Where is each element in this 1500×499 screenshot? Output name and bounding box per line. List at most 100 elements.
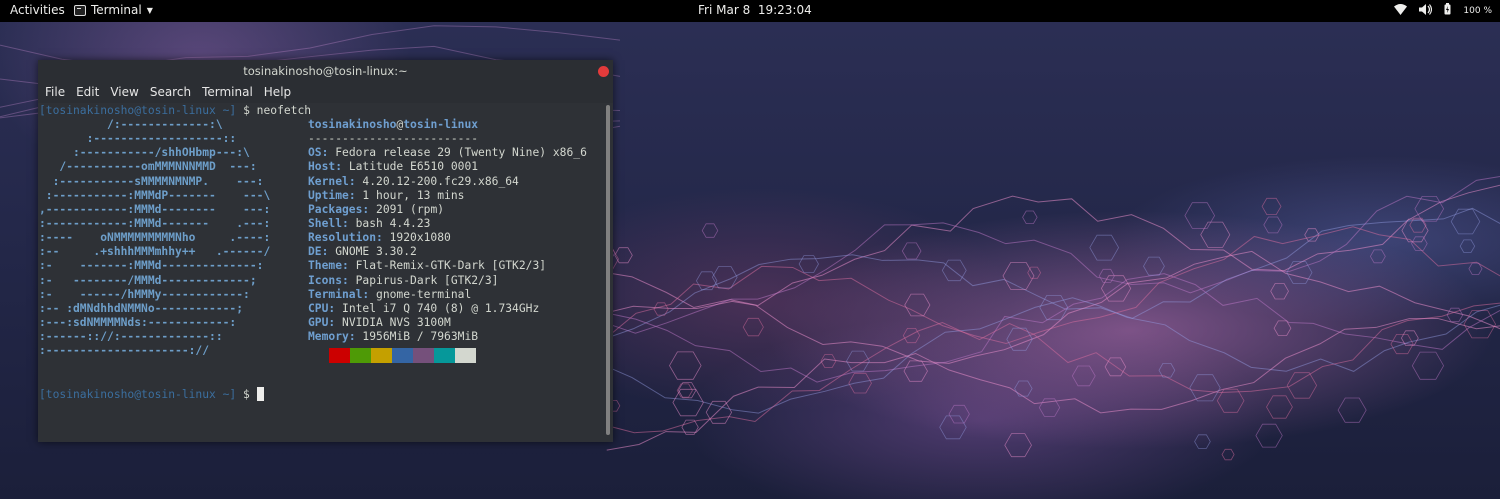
wallpaper-hex xyxy=(1200,221,1231,248)
info-line: Packages: 2091 (rpm) xyxy=(308,203,587,217)
ascii-logo-line: :-----------sMMMMNMNMP. ---: xyxy=(39,174,264,188)
info-value: 2091 (rpm) xyxy=(376,202,445,216)
app-menu-label: Terminal xyxy=(91,3,142,17)
info-line: OS: Fedora release 29 (Twenty Nine) x86_… xyxy=(308,146,587,160)
ascii-logo-line: :-- .+shhhMMMmhhy++ .------/ xyxy=(39,245,271,259)
ascii-logo-line: :-- :dMNdhhdNMMNo------------; xyxy=(39,301,244,315)
info-line: Host: Latitude E6510 0001 xyxy=(308,160,587,174)
info-value: bash 4.4.23 xyxy=(355,216,431,230)
wallpaper-hex xyxy=(1266,395,1293,419)
window-titlebar[interactable]: tosinakinosho@tosin-linux:~ xyxy=(38,60,613,81)
info-colon: : xyxy=(362,287,377,301)
menu-search[interactable]: Search xyxy=(150,85,191,99)
menu-help[interactable]: Help xyxy=(264,85,291,99)
hostname: tosin-linux xyxy=(403,118,479,131)
activities-button[interactable]: Activities xyxy=(10,3,65,17)
palette-swatch xyxy=(350,348,371,363)
prompt-suffix: $ xyxy=(236,388,257,401)
info-key: Memory xyxy=(308,330,349,344)
info-key: Theme xyxy=(308,259,343,273)
info-line: Shell: bash 4.4.23 xyxy=(308,217,587,231)
wallpaper-hex xyxy=(1158,362,1176,378)
wallpaper-hex xyxy=(1463,310,1497,339)
wallpaper-hex xyxy=(1270,283,1289,300)
wallpaper-hex xyxy=(1468,262,1483,275)
wallpaper-hex xyxy=(1004,433,1032,458)
palette-swatch xyxy=(329,348,350,363)
info-value: Intel i7 Q 740 (8) @ 1.734GHz xyxy=(342,301,540,315)
ascii-logo-line: :---- oNMMMMMMMMMNho .----: xyxy=(39,231,271,245)
wallpaper-hex xyxy=(1221,448,1235,461)
info-value: 1 hour, 13 mins xyxy=(362,188,465,202)
info-key: Kernel xyxy=(308,174,349,188)
terminal-output[interactable]: [tosinakinosho@tosin-linux ~] $ neofetch… xyxy=(38,103,604,442)
info-colon: : xyxy=(335,160,349,174)
terminal-icon xyxy=(74,4,86,16)
info-value: 1956MiB / 7963MiB xyxy=(362,330,479,344)
wallpaper-hex xyxy=(1089,234,1120,261)
menu-edit[interactable]: Edit xyxy=(76,85,99,99)
info-value: Latitude E6510 0001 xyxy=(348,160,479,174)
clock[interactable]: Fri Mar 8 19:23:04 xyxy=(698,3,812,17)
info-colon: : xyxy=(376,231,390,245)
menu-view[interactable]: View xyxy=(110,85,138,99)
info-value: Fedora release 29 (Twenty Nine) x86_6 xyxy=(335,146,587,160)
info-key: OS xyxy=(308,146,322,160)
info-line: Theme: Flat-Remix-GTK-Dark [GTK2/3] xyxy=(308,259,587,273)
info-value: 4.20.12-200.fc29.x86_64 xyxy=(362,174,519,188)
volume-icon xyxy=(1419,3,1433,18)
fedora-ascii-logo: /:-------------:\ :-------------------::… xyxy=(39,118,270,358)
ascii-logo-line: :-----------:MMMdP------- ---\ xyxy=(39,188,271,202)
info-value: gnome-terminal xyxy=(376,287,472,301)
app-menu[interactable]: Terminal ▼ xyxy=(74,3,153,17)
info-colon: : xyxy=(342,216,356,230)
wallpaper-hex xyxy=(672,388,704,417)
wallpaper-mesh-line xyxy=(606,317,1500,451)
wallpaper-mesh-line xyxy=(604,184,1500,308)
wallpaper-hex xyxy=(903,360,928,382)
ascii-logo-line: ,------------:MMMd-------- ---: xyxy=(39,202,271,216)
ascii-logo-line: :---------------------:// xyxy=(39,344,210,358)
prompt-2: [tosinakinosho@tosin-linux ~] xyxy=(39,388,237,401)
wallpaper-hex xyxy=(1189,374,1221,402)
info-value: Papirus-Dark [GTK2/3] xyxy=(355,273,499,287)
info-line: CPU: Intel i7 Q 740 (8) @ 1.734GHz xyxy=(308,302,587,316)
wallpaper-hex xyxy=(1143,256,1165,276)
info-line: Resolution: 1920x1080 xyxy=(308,231,587,245)
ascii-logo-line: /:-------------:\ xyxy=(39,118,223,131)
command-text: $ neofetch xyxy=(243,104,312,117)
palette-swatch xyxy=(371,348,392,363)
menu-terminal[interactable]: Terminal xyxy=(202,85,253,99)
terminal-scrollbar[interactable] xyxy=(606,105,610,435)
close-button[interactable] xyxy=(598,66,609,77)
palette-swatch xyxy=(455,348,476,363)
wallpaper-hex xyxy=(846,350,870,372)
wallpaper-hex xyxy=(939,415,967,440)
system-tray[interactable]: 100 % xyxy=(1394,3,1492,18)
ascii-logo-line: :------:://:-------------:: xyxy=(39,330,223,344)
prompt-line: [tosinakinosho@tosin-linux ~] $ xyxy=(39,387,264,401)
info-line: Icons: Papirus-Dark [GTK2/3] xyxy=(308,274,587,288)
info-line: DE: GNOME 3.30.2 xyxy=(308,245,587,259)
wallpaper-hex xyxy=(1450,208,1481,235)
ascii-logo-line: /-----------omMMMNNNMMD ---: xyxy=(39,160,257,174)
terminal-window[interactable]: tosinakinosho@tosin-linux:~ File Edit Vi… xyxy=(38,60,613,442)
info-line: GPU: NVIDIA NVS 3100M xyxy=(308,316,587,330)
wallpaper-hex xyxy=(1261,197,1282,216)
top-bar: Activities Terminal ▼ Fri Mar 8 19:23:04… xyxy=(0,0,1500,22)
info-key: Icons xyxy=(308,273,343,287)
battery-percentage: 100 % xyxy=(1463,5,1492,16)
wallpaper-hex xyxy=(1273,320,1292,336)
wallpaper-hex xyxy=(1369,249,1386,264)
wallpaper-hex xyxy=(1014,380,1033,397)
wallpaper-hex xyxy=(742,317,764,337)
wallpaper-hex xyxy=(1263,216,1283,234)
text-cursor xyxy=(256,387,264,401)
info-line: Kernel: 4.20.12-200.fc29.x86_64 xyxy=(308,175,587,189)
ascii-logo-line: :- --------/MMMd-------------; xyxy=(39,273,257,287)
wallpaper-hex xyxy=(1255,423,1283,448)
menu-file[interactable]: File xyxy=(45,85,65,99)
palette-swatch xyxy=(308,348,329,363)
wallpaper-hex xyxy=(901,242,922,260)
info-lines: OS: Fedora release 29 (Twenty Nine) x86_… xyxy=(308,146,587,344)
